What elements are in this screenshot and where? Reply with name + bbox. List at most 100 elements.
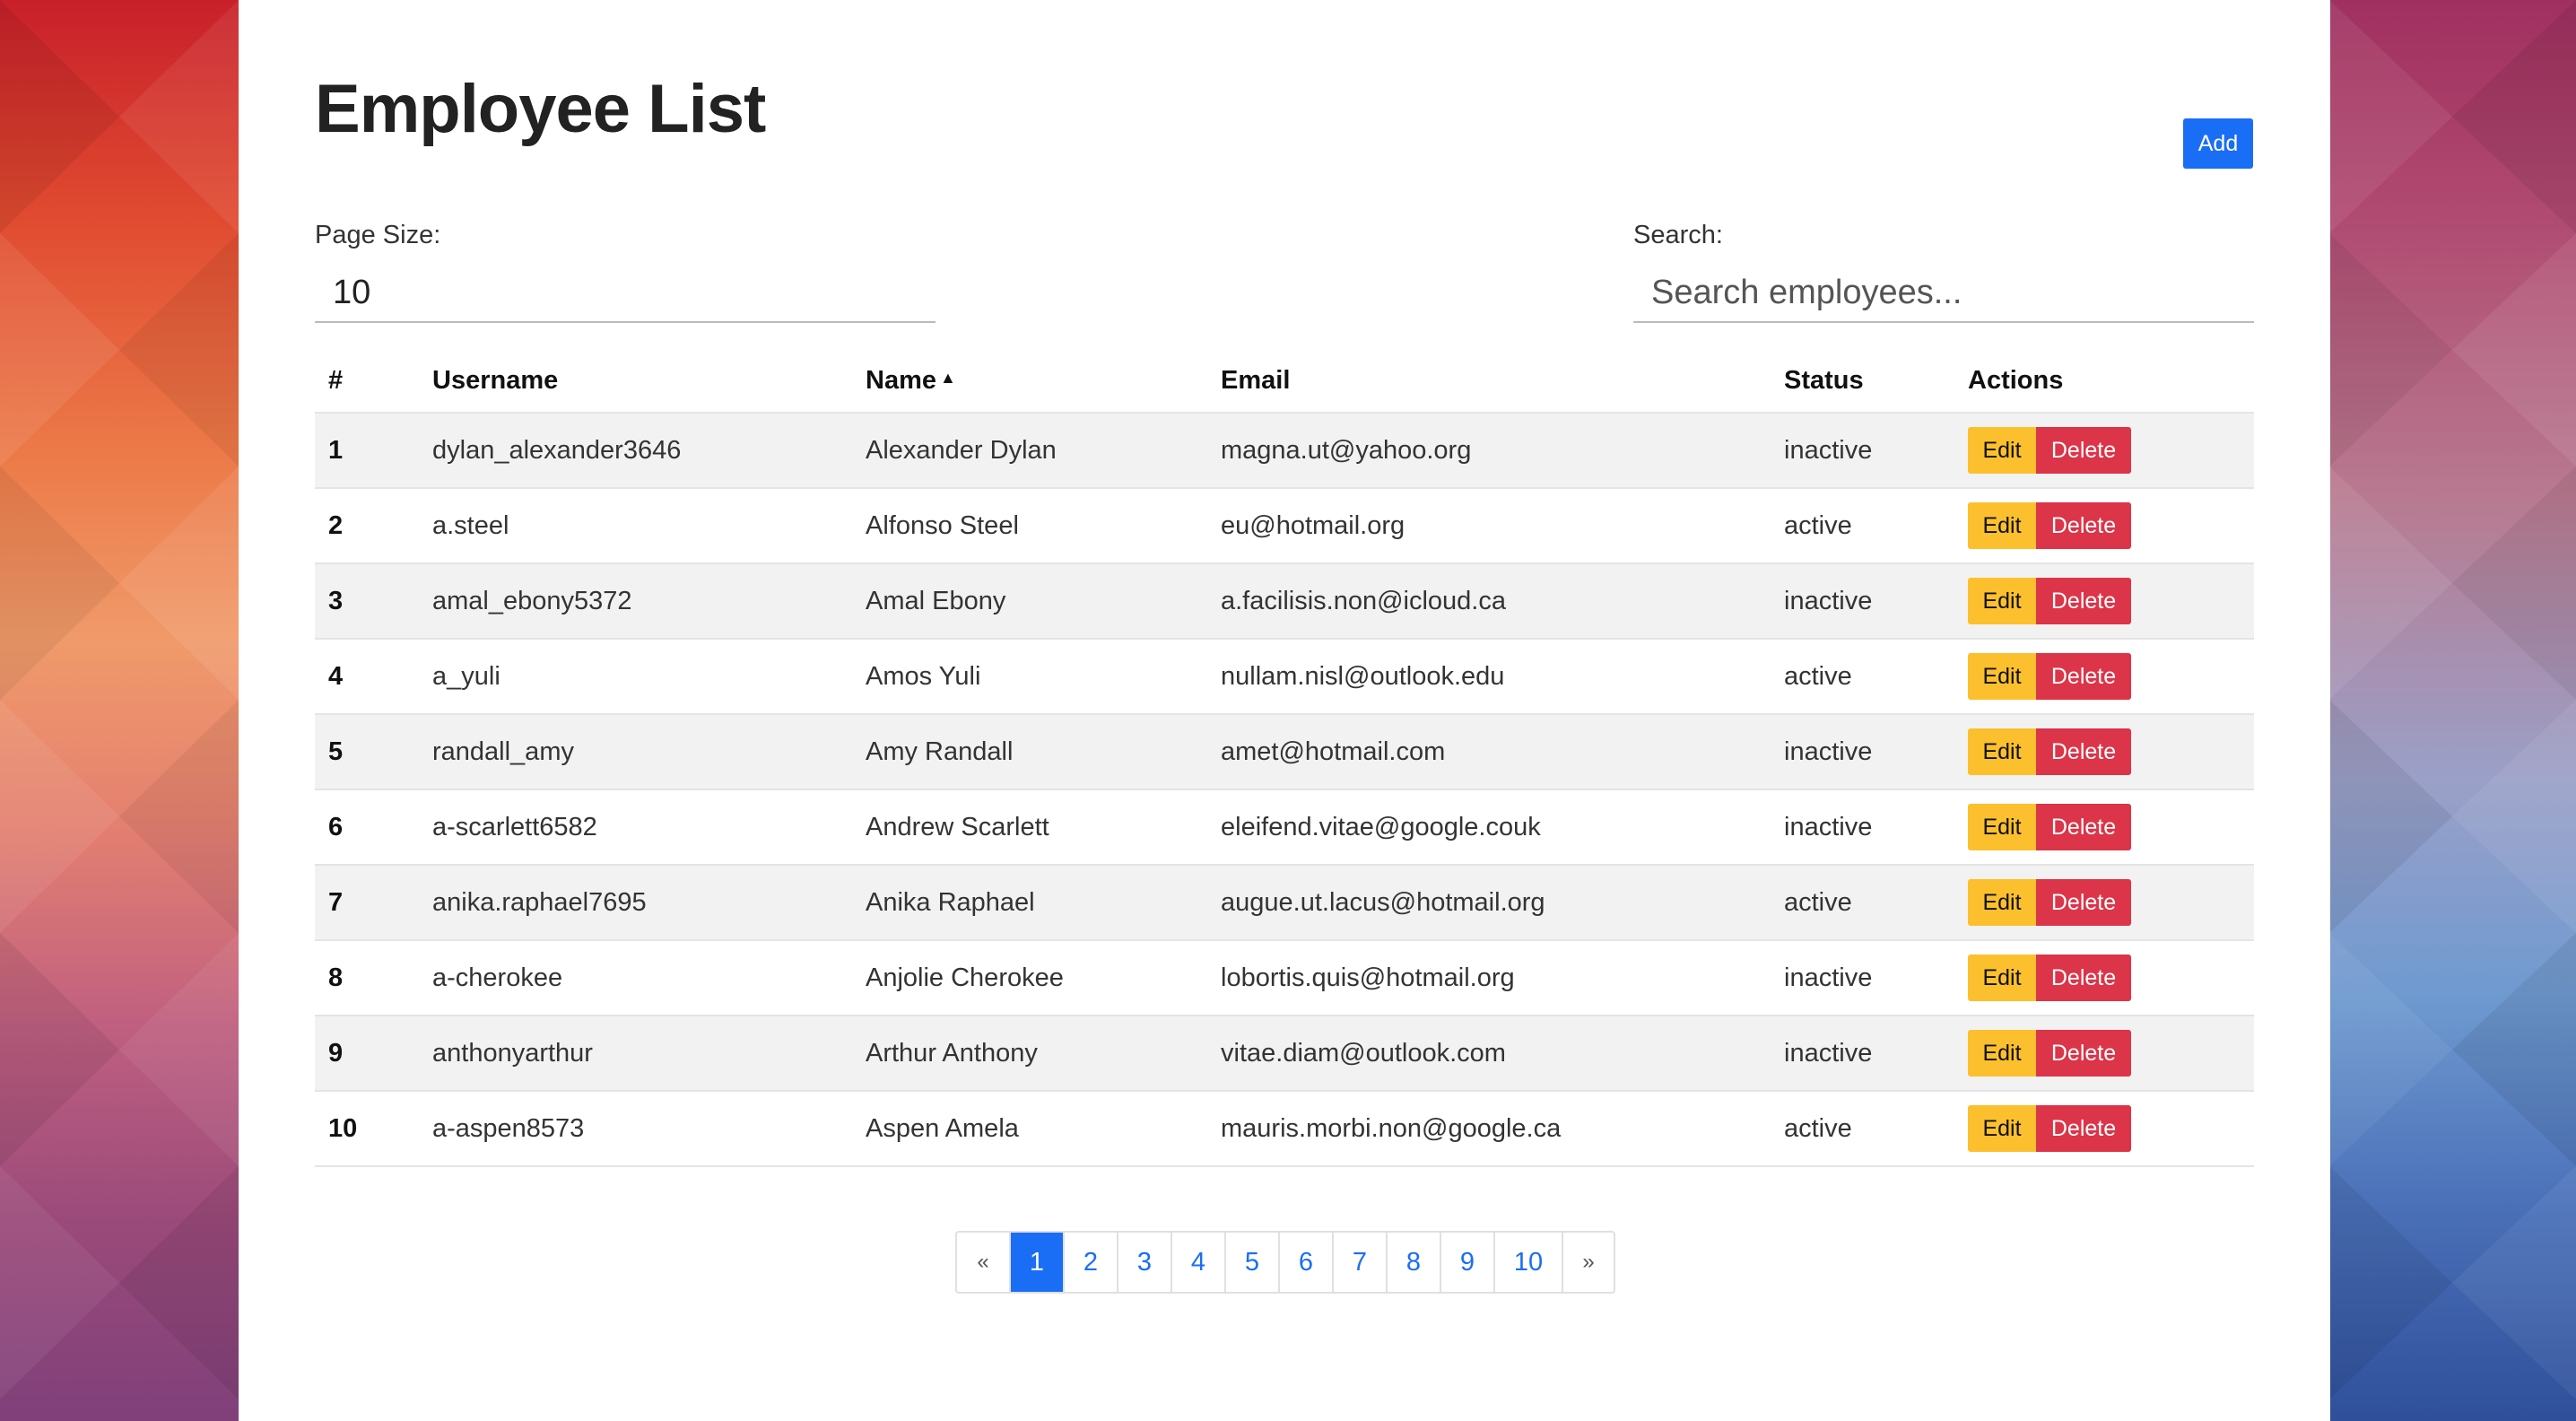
row-name: Alexander Dylan: [852, 412, 1207, 488]
table-row: 8 a-cherokee Anjolie Cherokee lobortis.quis…: [315, 939, 2254, 1016]
edit-button[interactable]: Edit: [1968, 502, 2036, 549]
pagination-page[interactable]: 9: [1440, 1233, 1493, 1292]
row-username: a_yuli: [419, 638, 852, 714]
edit-button[interactable]: Edit: [1968, 578, 2036, 624]
table-row: 6 a-scarlett6582 Andrew Scarlett eleifend.v…: [315, 789, 2254, 865]
row-actions: Edit Delete: [1954, 1015, 2254, 1091]
row-name: Amal Ebony: [852, 562, 1207, 639]
header-name[interactable]: Name ▲: [852, 350, 1207, 413]
row-name: Amos Yuli: [852, 638, 1207, 714]
delete-button[interactable]: Delete: [2036, 879, 2131, 926]
pagination-next[interactable]: »: [1562, 1233, 1614, 1292]
header-num: #: [328, 366, 344, 395]
row-username: dylan_alexander3646: [419, 412, 852, 488]
pagination-prev[interactable]: «: [957, 1233, 1009, 1292]
table-header-row: # Username Name ▲ Email Status Actions: [315, 350, 2254, 413]
header-username[interactable]: Username: [419, 350, 852, 413]
row-status: active: [1771, 1090, 1954, 1167]
pagination-page[interactable]: 7: [1332, 1233, 1386, 1292]
search-input[interactable]: [1633, 264, 2254, 323]
table-row: 3 amal_ebony5372 Amal Ebony a.facilisis.non…: [315, 562, 2254, 639]
delete-button[interactable]: Delete: [2036, 427, 2131, 474]
edit-button[interactable]: Edit: [1968, 653, 2036, 700]
row-action-group: Edit Delete: [1968, 879, 2131, 926]
row-num: 3: [315, 562, 419, 639]
row-status: inactive: [1771, 939, 1954, 1016]
delete-button[interactable]: Delete: [2036, 955, 2131, 1001]
row-email: nullam.nisl@outlook.edu: [1207, 638, 1771, 714]
table-row: 7 anika.raphael7695 Anika Raphael augue.ut.…: [315, 864, 2254, 940]
edit-button[interactable]: Edit: [1968, 728, 2036, 775]
row-name: Aspen Amela: [852, 1090, 1207, 1167]
search-label: Search:: [1633, 221, 1723, 249]
delete-button[interactable]: Delete: [2036, 578, 2131, 624]
delete-button[interactable]: Delete: [2036, 804, 2131, 850]
row-email: eu@hotmail.org: [1207, 487, 1771, 563]
pagination-page[interactable]: 6: [1278, 1233, 1332, 1292]
row-num: 9: [315, 1015, 419, 1091]
background-pattern-left: [0, 0, 239, 1399]
pagination-page[interactable]: 10: [1493, 1233, 1562, 1292]
table-row: 2 a.steel Alfonso Steel eu@hotmail.org activ…: [315, 487, 2254, 563]
row-actions: Edit Delete: [1954, 412, 2254, 488]
edit-button[interactable]: Edit: [1968, 1105, 2036, 1152]
row-status: inactive: [1771, 1015, 1954, 1091]
row-action-group: Edit Delete: [1968, 502, 2131, 549]
pagination-page[interactable]: 1: [1009, 1233, 1063, 1292]
delete-button[interactable]: Delete: [2036, 1105, 2131, 1152]
header-actions: Actions: [1968, 366, 2064, 395]
pagination-page[interactable]: 4: [1171, 1233, 1224, 1292]
pagination-page[interactable]: 5: [1224, 1233, 1278, 1292]
delete-button[interactable]: Delete: [2036, 653, 2131, 700]
row-action-group: Edit Delete: [1968, 728, 2131, 775]
table-body: 1 dylan_alexander3646 Alexander Dylan magna…: [315, 412, 2254, 1167]
row-action-group: Edit Delete: [1968, 955, 2131, 1001]
row-email: a.facilisis.non@icloud.ca: [1207, 562, 1771, 639]
edit-button[interactable]: Edit: [1968, 879, 2036, 926]
row-username: a.steel: [419, 487, 852, 563]
row-num: 6: [315, 789, 419, 865]
row-status: inactive: [1771, 562, 1954, 639]
page-size-input[interactable]: [315, 264, 936, 323]
row-num: 5: [315, 713, 419, 789]
page-title: Employee List: [315, 71, 766, 147]
row-actions: Edit Delete: [1954, 487, 2254, 563]
row-status: inactive: [1771, 789, 1954, 865]
row-status: active: [1771, 487, 1954, 563]
delete-button[interactable]: Delete: [2036, 502, 2131, 549]
row-username: anthonyarthur: [419, 1015, 852, 1091]
add-button[interactable]: Add: [2183, 118, 2253, 169]
delete-button[interactable]: Delete: [2036, 728, 2131, 775]
row-username: anika.raphael7695: [419, 864, 852, 940]
edit-button[interactable]: Edit: [1968, 955, 2036, 1001]
row-num: 4: [315, 638, 419, 714]
row-name: Arthur Anthony: [852, 1015, 1207, 1091]
row-actions: Edit Delete: [1954, 562, 2254, 639]
table-row: 4 a_yuli Amos Yuli nullam.nisl@outlook.edu a…: [315, 638, 2254, 714]
row-num: 10: [315, 1090, 419, 1167]
header-status[interactable]: Status: [1771, 350, 1954, 413]
row-action-group: Edit Delete: [1968, 804, 2131, 850]
edit-button[interactable]: Edit: [1968, 804, 2036, 850]
pagination-page[interactable]: 3: [1117, 1233, 1171, 1292]
edit-button[interactable]: Edit: [1968, 427, 2036, 474]
row-status: inactive: [1771, 713, 1954, 789]
row-email: lobortis.quis@hotmail.org: [1207, 939, 1771, 1016]
table-row: 10 a-aspen8573 Aspen Amela mauris.morbi.non…: [315, 1090, 2254, 1167]
pagination-page[interactable]: 2: [1063, 1233, 1117, 1292]
row-actions: Edit Delete: [1954, 789, 2254, 865]
delete-button[interactable]: Delete: [2036, 1030, 2131, 1077]
header-name-label: Name: [866, 366, 936, 395]
row-num: 8: [315, 939, 419, 1016]
edit-button[interactable]: Edit: [1968, 1030, 2036, 1077]
row-name: Anika Raphael: [852, 864, 1207, 940]
pagination: «1 2 3 4 5 6 7 8 9 10»: [955, 1231, 1615, 1294]
row-num: 2: [315, 487, 419, 563]
pagination-page[interactable]: 8: [1386, 1233, 1440, 1292]
row-action-group: Edit Delete: [1968, 653, 2131, 700]
content-panel: Employee List Add Page Size: Search: # U…: [239, 0, 2330, 1421]
row-status: inactive: [1771, 412, 1954, 488]
page-size-label: Page Size:: [315, 221, 441, 249]
header-email[interactable]: Email: [1207, 350, 1771, 413]
row-username: randall_amy: [419, 713, 852, 789]
